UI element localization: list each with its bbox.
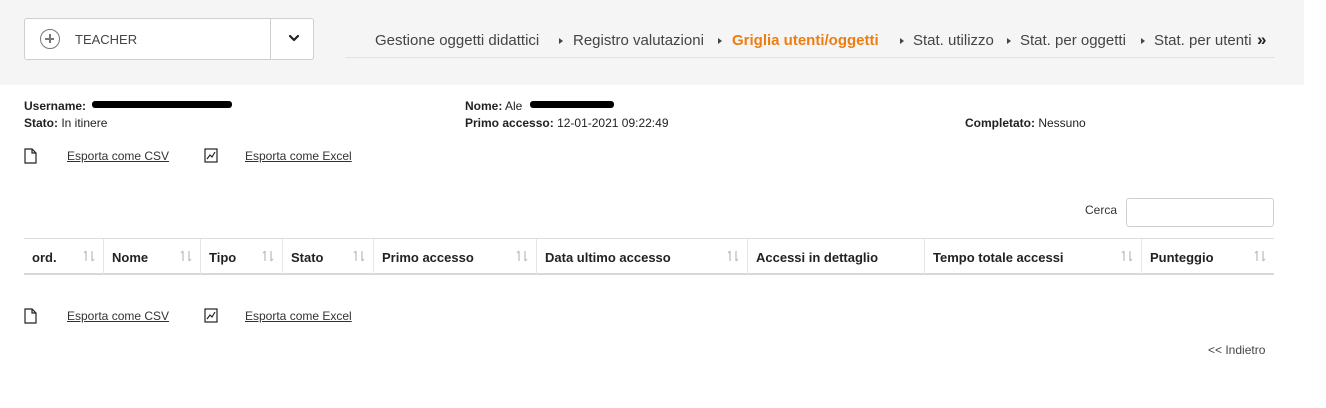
tab-stat-per-utenti[interactable]: Stat. per utenti — [1154, 32, 1252, 49]
export-excel-link[interactable]: Esporta come Excel — [245, 309, 352, 323]
stato-value: In itinere — [61, 116, 108, 130]
top-bar: TEACHER Gestione oggetti didattici Regis… — [0, 0, 1304, 85]
search-input[interactable] — [1126, 198, 1274, 227]
nome-field: Nome: Ale — [465, 99, 523, 113]
divider — [270, 19, 271, 59]
tab-griglia-utenti-oggetti[interactable]: Griglia utenti/oggetti — [732, 32, 879, 49]
sort-icon — [1121, 250, 1133, 262]
column-stato[interactable]: Stato — [283, 239, 374, 274]
chart-file-icon — [204, 148, 218, 163]
chevron-down-icon[interactable] — [287, 31, 301, 45]
sort-icon — [516, 250, 528, 262]
tab-separator — [559, 38, 563, 44]
column-ord[interactable]: ord. — [24, 239, 104, 274]
tab-separator — [900, 38, 904, 44]
column-tempo-totale-accessi[interactable]: Tempo totale accessi — [925, 239, 1142, 274]
redaction-mark — [530, 101, 614, 108]
column-nome[interactable]: Nome — [104, 239, 201, 274]
search-label: Cerca — [1085, 203, 1118, 217]
column-accessi-in-dettaglio: Accessi in dettaglio — [748, 239, 925, 274]
completato-label: Completato — [965, 116, 1031, 130]
sort-icon — [727, 250, 739, 262]
sort-icon — [83, 250, 95, 262]
column-label: Data ultimo accesso — [545, 250, 671, 265]
primo-accesso-field: Primo accesso: 12-01-2021 09:22:49 — [465, 116, 669, 130]
export-row-top: Esporta come CSV Esporta come Excel — [24, 148, 424, 166]
column-label: Stato — [291, 250, 324, 265]
role-selector[interactable]: TEACHER — [24, 18, 314, 60]
back-link[interactable]: << Indietro — [1208, 343, 1265, 357]
completato-field: Completato: Nessuno — [965, 116, 1086, 130]
export-csv-link[interactable]: Esporta come CSV — [67, 309, 169, 323]
primo-accesso-label: Primo accesso — [465, 116, 550, 130]
export-row-bottom: Esporta come CSV Esporta come Excel — [24, 308, 424, 326]
tab-separator — [1007, 38, 1011, 44]
column-label: Nome — [112, 250, 149, 265]
export-excel-link[interactable]: Esporta come Excel — [245, 149, 352, 163]
tab-separator — [718, 38, 722, 44]
sort-icon — [1254, 250, 1266, 262]
column-label: Punteggio — [1150, 250, 1214, 265]
double-chevron-right-icon[interactable]: » — [1257, 30, 1266, 50]
nome-label: Nome — [465, 99, 499, 113]
column-label: ord. — [32, 250, 57, 265]
chart-file-icon — [204, 308, 218, 323]
tab-stat-utilizzo[interactable]: Stat. utilizzo — [913, 32, 994, 49]
nav-tabs: Gestione oggetti didattici Registro valu… — [345, 30, 1275, 58]
stato-label: Stato — [24, 116, 54, 130]
tab-separator — [1141, 38, 1145, 44]
sort-icon — [353, 250, 365, 262]
username-label: Username — [24, 99, 83, 113]
nome-value: Ale — [505, 99, 523, 113]
sort-icon — [180, 250, 192, 262]
redaction-mark — [92, 101, 232, 108]
column-data-ultimo-accesso[interactable]: Data ultimo accesso — [537, 239, 748, 274]
column-label: Tipo — [209, 250, 237, 265]
primo-accesso-value: 12-01-2021 09:22:49 — [557, 116, 669, 130]
sort-icon — [262, 250, 274, 262]
tab-gestione-oggetti[interactable]: Gestione oggetti didattici — [375, 32, 539, 49]
plus-circle-icon — [40, 29, 60, 49]
file-icon — [24, 308, 37, 324]
column-punteggio[interactable]: Punteggio — [1142, 239, 1274, 274]
stato-field: Stato: In itinere — [24, 116, 108, 130]
column-primo-accesso[interactable]: Primo accesso — [374, 239, 537, 274]
tab-stat-per-oggetti[interactable]: Stat. per oggetti — [1020, 32, 1126, 49]
column-tipo[interactable]: Tipo — [201, 239, 283, 274]
export-csv-link[interactable]: Esporta come CSV — [67, 149, 169, 163]
column-label: Tempo totale accessi — [933, 250, 1064, 265]
file-icon — [24, 148, 37, 164]
column-label: Accessi in dettaglio — [756, 250, 879, 265]
table-header: ord. Nome Tipo Stato Primo accesso Data … — [24, 238, 1274, 275]
column-label: Primo accesso — [382, 250, 474, 265]
username-field: Username: — [24, 99, 87, 113]
tab-registro-valutazioni[interactable]: Registro valutazioni — [573, 32, 704, 49]
role-label: TEACHER — [75, 32, 138, 47]
completato-value: Nessuno — [1038, 116, 1086, 130]
